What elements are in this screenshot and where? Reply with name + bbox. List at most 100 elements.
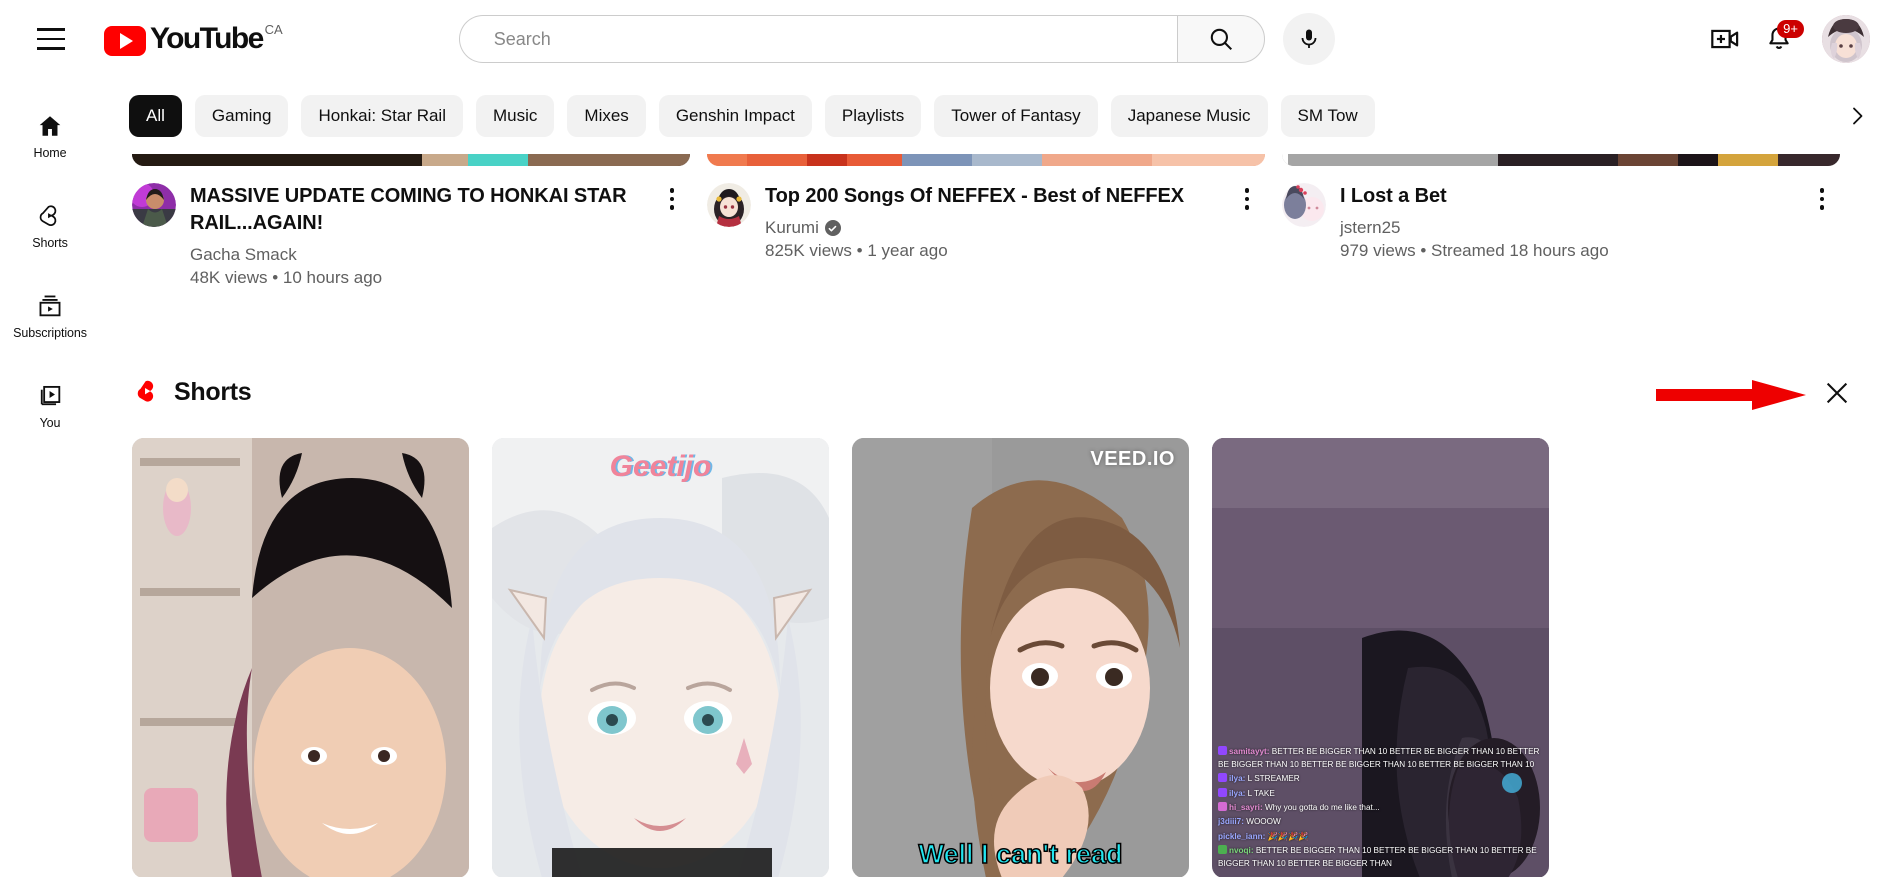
hamburger-menu-icon[interactable] <box>22 10 80 68</box>
mini-sidebar: Home Shorts Subscriptions You <box>0 78 100 877</box>
short-watermark: VEED.IO <box>1090 448 1175 470</box>
chat-message: L STREAMER <box>1245 774 1300 784</box>
chip-japanese-music[interactable]: Japanese Music <box>1110 95 1268 137</box>
video-text-block: I Lost a Bet jstern25 979 views • Stream… <box>1340 183 1796 261</box>
short-thumbnail-image <box>492 438 829 877</box>
subscriptions-icon <box>39 295 61 316</box>
verified-badge-icon <box>824 220 841 236</box>
channel-avatar[interactable] <box>1282 183 1326 227</box>
chat-username: ilya: <box>1229 774 1246 784</box>
create-button[interactable] <box>1698 12 1752 66</box>
shorts-logo-icon <box>132 377 162 407</box>
search-input[interactable] <box>493 28 1177 50</box>
search-area <box>458 13 1335 65</box>
youtube-logo[interactable]: YouTube CA <box>104 22 283 56</box>
create-video-icon <box>1711 29 1739 49</box>
chip-honkai-star-rail[interactable]: Honkai: Star Rail <box>301 95 463 137</box>
chat-username: j3diii7: <box>1218 817 1244 827</box>
video-meta: Top 200 Songs Of NEFFEX - Best of NEFFEX… <box>707 183 1265 261</box>
video-thumbnail[interactable] <box>132 154 690 166</box>
stream-chat-overlay: samitayyt: BETTER BE BIGGER THAN 10 BETT… <box>1218 746 1543 872</box>
short-card[interactable]: Geetijo <box>492 438 829 877</box>
header-right-controls: 9+ <box>1676 0 1870 78</box>
chat-message: BETTER BE BIGGER THAN 10 BETTER BE BIGGE… <box>1218 846 1537 868</box>
short-card[interactable]: samitayyt: BETTER BE BIGGER THAN 10 BETT… <box>1212 438 1549 877</box>
chat-username: hi_sayri: <box>1229 802 1263 812</box>
sidebar-item-home[interactable]: Home <box>6 94 94 178</box>
video-more-menu[interactable] <box>1804 183 1840 261</box>
chat-line: pickle_iann: 🎉🎉🎉🎉 <box>1218 831 1543 843</box>
video-thumbnail[interactable] <box>707 154 1265 166</box>
filter-chips-bar: All Gaming Honkai: Star Rail Music Mixes… <box>100 78 1892 154</box>
red-arrow-annotation <box>1656 380 1806 410</box>
short-watermark: Geetijo <box>609 450 712 483</box>
masthead-header: YouTube CA Search 9+ <box>0 0 1892 78</box>
video-card[interactable]: I Lost a Bet jstern25 979 views • Stream… <box>1282 154 1840 288</box>
chat-line: ilya: L STREAMER <box>1218 773 1543 785</box>
video-thumbnail[interactable] <box>1282 154 1840 166</box>
video-channel[interactable]: Kurumi <box>765 218 1221 238</box>
short-card[interactable]: VEED.IO Well I can't read <box>852 438 1189 877</box>
notification-count-badge: 9+ <box>1777 20 1804 38</box>
country-code-label: CA <box>264 22 283 37</box>
video-meta: I Lost a Bet jstern25 979 views • Stream… <box>1282 183 1840 261</box>
chat-line: j3diii7: WOOOW <box>1218 816 1543 828</box>
channel-avatar[interactable] <box>132 183 176 227</box>
shorts-shelf-title: Shorts <box>174 377 252 406</box>
microphone-icon <box>1301 29 1317 48</box>
chat-username: ilya: <box>1229 788 1246 798</box>
chat-message: 🎉🎉🎉🎉 <box>1265 831 1309 841</box>
avatar[interactable] <box>1822 15 1870 63</box>
video-title[interactable]: I Lost a Bet <box>1340 183 1796 210</box>
chip-tower-of-fantasy[interactable]: Tower of Fantasy <box>934 95 1098 137</box>
chip-sm-town[interactable]: SM Tow <box>1280 95 1375 137</box>
thumbnail-image <box>707 154 1265 166</box>
video-card[interactable]: MASSIVE UPDATE COMING TO HONKAI STAR RAI… <box>132 154 690 288</box>
video-card[interactable]: Top 200 Songs Of NEFFEX - Best of NEFFEX… <box>707 154 1265 288</box>
video-stats: 979 views • Streamed 18 hours ago <box>1340 241 1609 260</box>
sidebar-item-label: Subscriptions <box>13 325 87 340</box>
sidebar-item-shorts[interactable]: Shorts <box>6 184 94 268</box>
chip-all[interactable]: All <box>129 95 182 137</box>
chat-badge-icon <box>1218 787 1227 797</box>
chip-music[interactable]: Music <box>476 95 555 137</box>
shorts-shelf-close-button[interactable] <box>1814 370 1860 416</box>
video-channel[interactable]: jstern25 <box>1340 218 1796 238</box>
video-more-menu[interactable] <box>654 183 690 288</box>
video-text-block: MASSIVE UPDATE COMING TO HONKAI STAR RAI… <box>190 183 646 288</box>
voice-search-button[interactable] <box>1282 13 1335 65</box>
short-thumbnail-image <box>852 438 1189 877</box>
close-icon <box>1826 382 1848 404</box>
video-channel[interactable]: Gacha Smack <box>190 245 646 265</box>
video-stats: 48K views • 10 hours ago <box>190 268 383 287</box>
home-icon <box>39 115 61 136</box>
chat-line: ilya: L TAKE <box>1218 787 1543 800</box>
video-title[interactable]: Top 200 Songs Of NEFFEX - Best of NEFFEX <box>765 183 1221 210</box>
notifications-button[interactable]: 9+ <box>1752 12 1806 66</box>
channel-avatar[interactable] <box>707 183 751 227</box>
chat-line: nvoqi: BETTER BE BIGGER THAN 10 BETTER B… <box>1218 845 1543 870</box>
video-title[interactable]: MASSIVE UPDATE COMING TO HONKAI STAR RAI… <box>190 183 646 237</box>
hamburger-line <box>37 37 65 41</box>
chips-next-button[interactable] <box>1834 78 1880 154</box>
sidebar-item-subscriptions[interactable]: Subscriptions <box>6 274 94 358</box>
search-icon <box>1210 28 1232 51</box>
youtube-play-icon <box>104 26 146 56</box>
shorts-shelf: Shorts Geetijo VEED.IO Well I can't read… <box>100 364 1892 877</box>
thumbnail-image <box>1282 154 1840 166</box>
chip-gaming[interactable]: Gaming <box>194 95 289 137</box>
you-library-icon <box>40 385 61 405</box>
chip-mixes[interactable]: Mixes <box>567 95 646 137</box>
chip-playlists[interactable]: Playlists <box>824 95 922 137</box>
youtube-wordmark: YouTube <box>150 22 264 55</box>
short-card[interactable] <box>132 438 469 877</box>
search-box[interactable] <box>458 15 1177 63</box>
hamburger-line <box>37 28 65 31</box>
video-more-menu[interactable] <box>1229 183 1265 261</box>
sidebar-item-you[interactable]: You <box>6 364 94 448</box>
channel-name: Kurumi <box>765 218 819 237</box>
user-avatar-image <box>1822 15 1870 63</box>
shorts-icon <box>39 204 57 226</box>
search-button[interactable] <box>1176 15 1265 63</box>
chip-genshin-impact[interactable]: Genshin Impact <box>658 95 812 137</box>
